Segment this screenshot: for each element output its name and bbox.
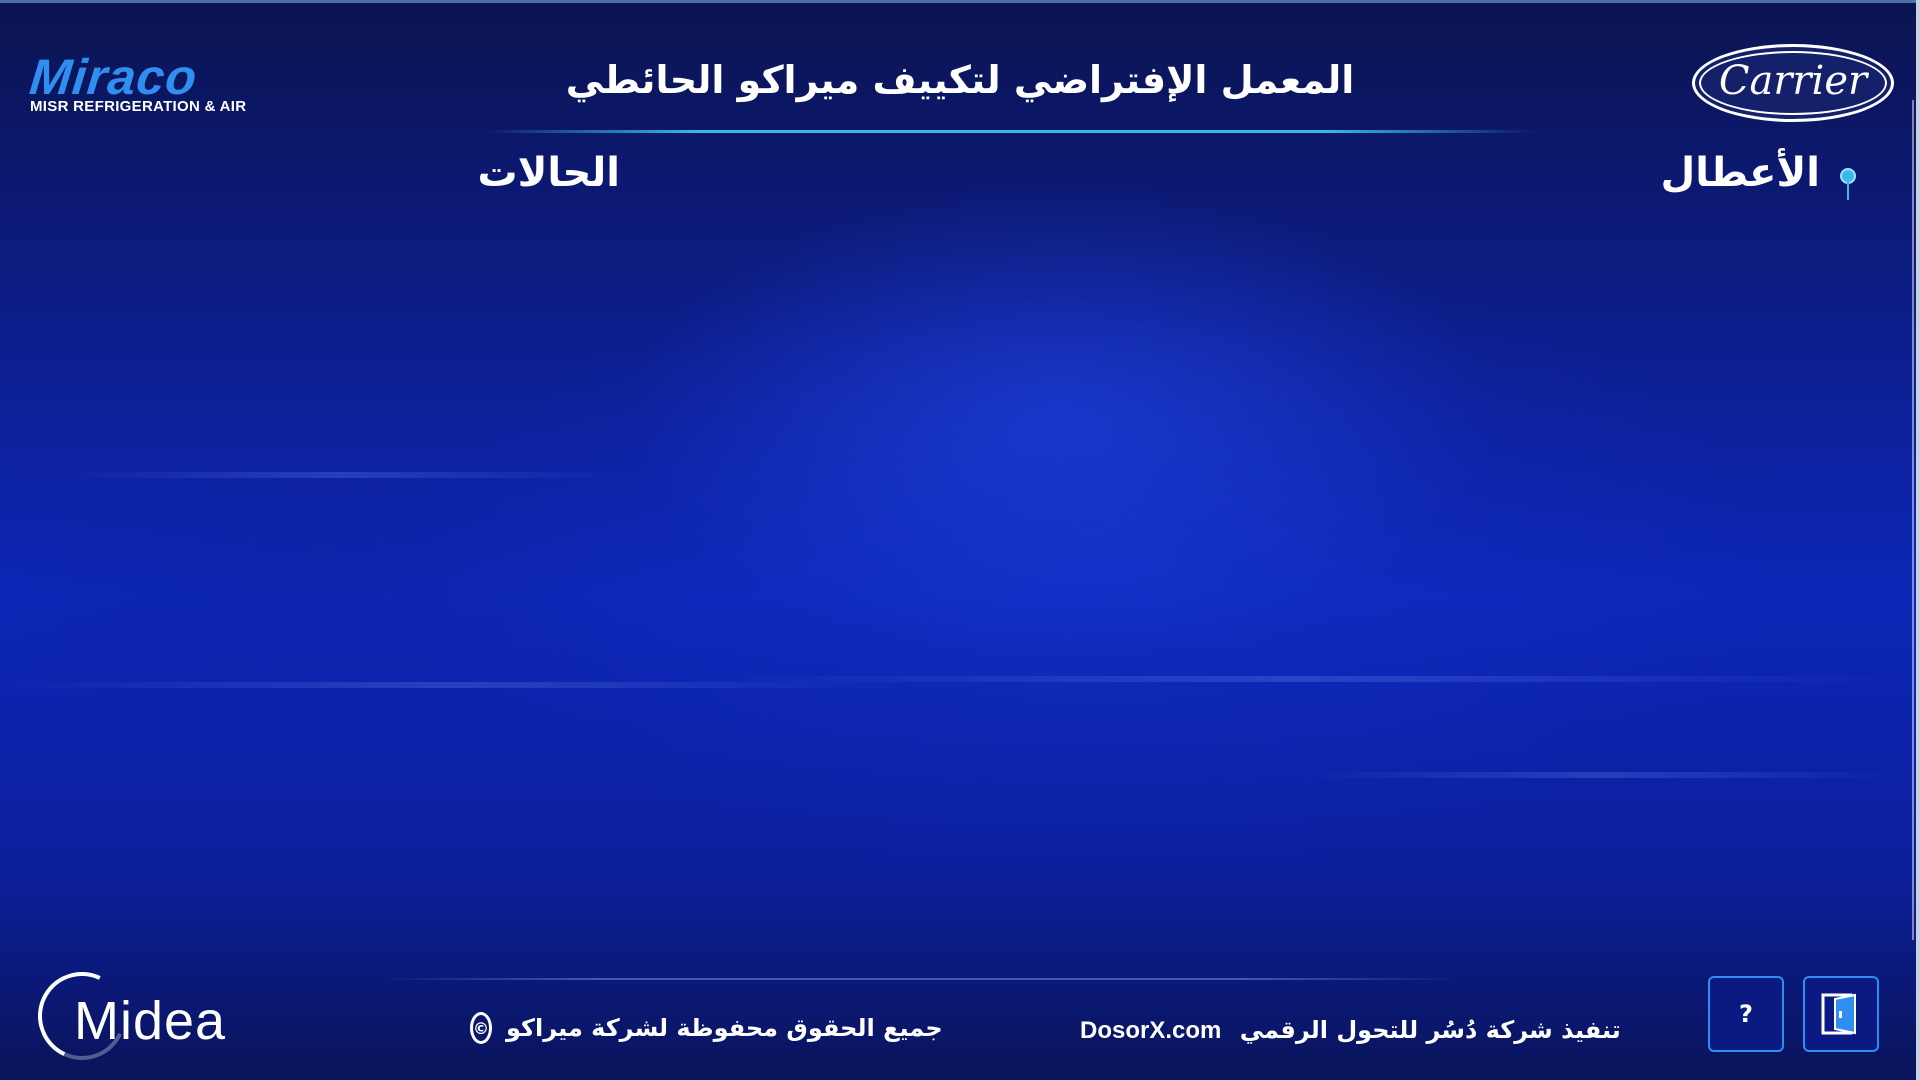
bullet-tail	[1847, 182, 1849, 200]
footer-divider	[380, 978, 1460, 980]
background-streak	[60, 472, 620, 478]
carrier-logo: Carrier	[1692, 44, 1894, 122]
credit-text: تنفيذ شركة دُسُر للتحول الرقمي	[1239, 1016, 1621, 1044]
top-edge	[0, 0, 1920, 3]
tab-faults[interactable]: الأعطال	[1640, 150, 1820, 196]
help-button-label: ?	[1739, 1000, 1753, 1028]
midea-logo-word: Midea	[74, 991, 227, 1051]
miraco-logo: Miraco MISR REFRIGERATION & AIR	[27, 48, 290, 118]
help-button[interactable]: ?	[1708, 976, 1784, 1052]
background-streak	[1300, 772, 1900, 778]
copyright-text: جميع الحقوق محفوظة لشركة ميراكو	[506, 1014, 943, 1042]
midea-logo: Midea	[25, 959, 274, 1073]
background-streak	[0, 682, 900, 688]
copyright: جميع الحقوق محفوظة لشركة ميراكو ©	[470, 1012, 943, 1044]
exit-door-icon	[1821, 993, 1856, 1035]
copyright-icon: ©	[470, 1012, 492, 1044]
title-underline	[486, 130, 1536, 133]
right-edge	[1916, 0, 1920, 1080]
miraco-logo-subtitle: MISR REFRIGERATION & AIR	[30, 98, 247, 115]
credit-site-link[interactable]: DosorX.com	[1080, 1017, 1221, 1044]
exit-button[interactable]	[1803, 976, 1879, 1052]
developer-credit: DosorX.com تنفيذ شركة دُسُر للتحول الرقم…	[1080, 1016, 1621, 1045]
tab-states[interactable]: الحالات	[440, 150, 620, 196]
page-title: المعمل الإفتراضي لتكييف ميراكو الحائطي	[565, 58, 1355, 102]
scrollbar-track	[1912, 100, 1914, 940]
carrier-logo-word: Carrier	[1718, 58, 1868, 104]
background-streak	[700, 676, 1900, 682]
